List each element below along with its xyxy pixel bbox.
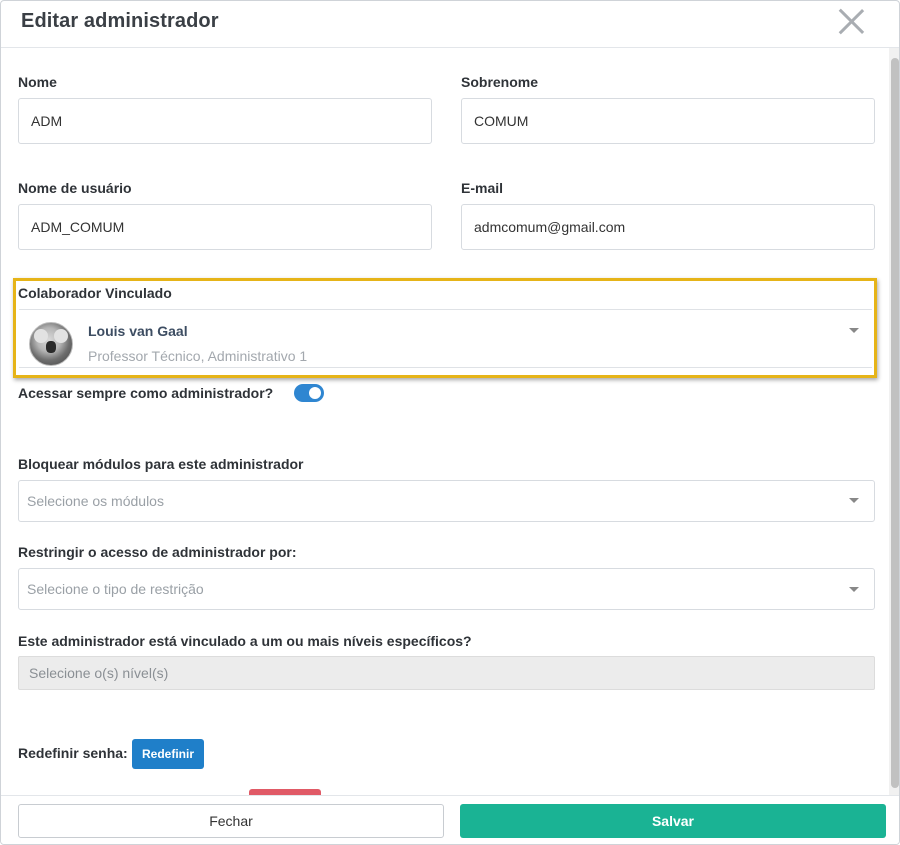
senha-label: Redefinir senha: xyxy=(18,745,128,761)
email-label: E-mail xyxy=(461,180,504,196)
scroll-thumb[interactable] xyxy=(891,58,899,788)
nome-label: Nome xyxy=(18,74,57,90)
scrollbar[interactable] xyxy=(889,48,899,795)
email-input[interactable]: admcomum@gmail.com xyxy=(461,204,875,250)
redefinir-button[interactable]: Redefinir xyxy=(132,739,204,769)
sobrenome-label: Sobrenome xyxy=(461,74,539,90)
salvar-button[interactable]: Salvar xyxy=(460,804,886,838)
colaborador-name: Louis van Gaal xyxy=(88,323,188,339)
bloquear-label: Bloquear módulos para este administrador xyxy=(18,456,304,472)
acessar-sempre-toggle[interactable] xyxy=(294,384,324,402)
chevron-down-icon[interactable] xyxy=(849,587,859,592)
avatar xyxy=(29,322,73,366)
bloquear-select[interactable]: Selecione os módulos xyxy=(18,480,875,522)
modal-title: Editar administrador xyxy=(21,10,219,32)
close-icon[interactable] xyxy=(837,7,865,35)
colaborador-role: Professor Técnico, Administrativo 1 xyxy=(88,348,308,364)
edit-admin-modal: Editar administrador Nome ADM Sobrenome … xyxy=(0,0,900,845)
fechar-button[interactable]: Fechar xyxy=(18,804,444,838)
toggle-knob xyxy=(309,387,321,399)
usuario-input[interactable]: ADM_COMUM xyxy=(18,204,432,250)
sobrenome-input[interactable]: COMUM xyxy=(461,98,875,144)
acessar-sempre-label: Acessar sempre como administrador? xyxy=(18,385,274,401)
nome-input[interactable]: ADM xyxy=(18,98,432,144)
niveis-select: Selecione o(s) nível(s) xyxy=(18,656,875,690)
niveis-label: Este administrador está vinculado a um o… xyxy=(18,633,472,649)
colaborador-label: Colaborador Vinculado xyxy=(18,285,172,301)
restringir-select[interactable]: Selecione o tipo de restrição xyxy=(18,568,875,610)
usuario-label: Nome de usuário xyxy=(18,180,132,196)
chevron-down-icon[interactable] xyxy=(849,498,859,503)
modal-header: Editar administrador xyxy=(1,1,899,48)
restringir-label: Restringir o acesso de administrador por… xyxy=(18,544,297,560)
chevron-down-icon[interactable] xyxy=(849,328,859,333)
